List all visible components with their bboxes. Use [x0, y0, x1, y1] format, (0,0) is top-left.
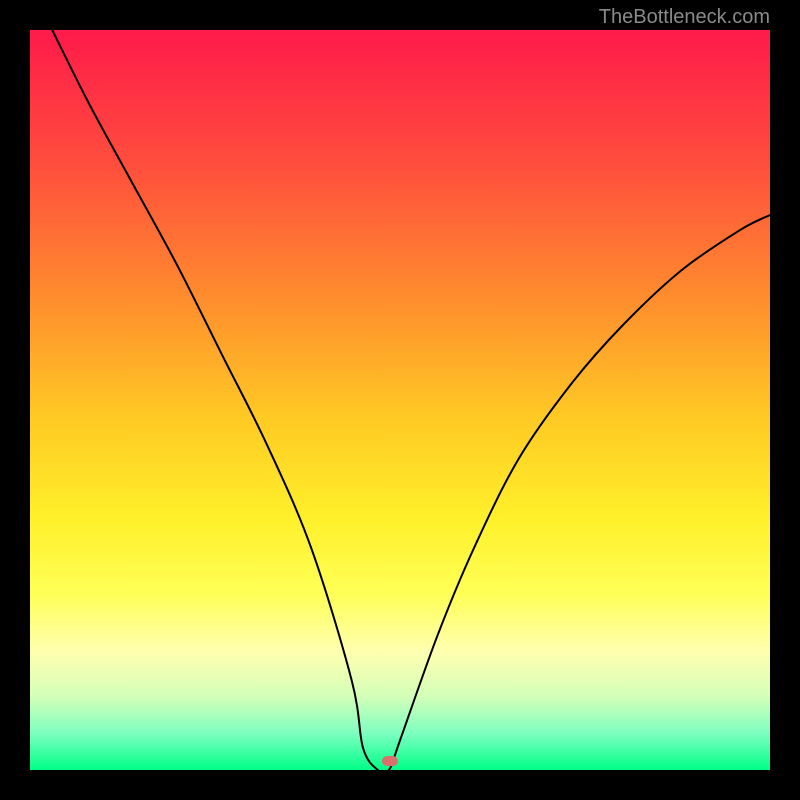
watermark-text: TheBottleneck.com [599, 6, 770, 29]
chart-plot-area [30, 30, 770, 770]
minimum-marker [382, 756, 398, 766]
